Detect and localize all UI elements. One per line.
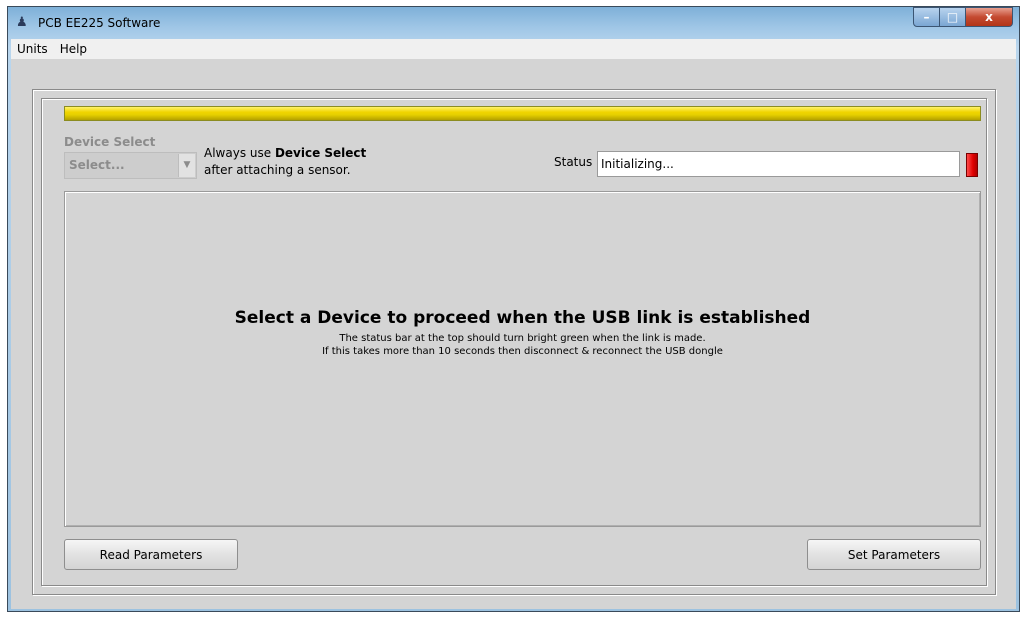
pcb-app-icon: ♟	[16, 15, 28, 30]
status-field: Initializing...	[597, 151, 960, 177]
maximize-icon: □	[946, 10, 959, 24]
device-content-area: Select a Device to proceed when the USB …	[64, 191, 981, 527]
instruction-line2: If this takes more than 10 seconds then …	[322, 346, 723, 357]
device-select-value: Select...	[69, 158, 125, 172]
main-panel: Device Select Select... ▼ Always use Dev…	[11, 59, 1016, 609]
device-select-dropdown[interactable]: Select... ▼	[64, 152, 197, 179]
device-select-hint-line1: Always use Device Select	[204, 146, 366, 160]
hint-bold: Device Select	[274, 146, 367, 160]
menu-units[interactable]: Units	[11, 39, 54, 59]
status-value: Initializing...	[601, 157, 674, 171]
status-label: Status	[554, 155, 593, 169]
device-select-hint-line2: after attaching a sensor.	[204, 163, 351, 177]
client-area: Units Help Device Select Select... ▼ Alw…	[11, 39, 1016, 609]
hint-prefix: Always use	[204, 146, 275, 160]
minimize-icon: –	[923, 10, 930, 24]
menu-help[interactable]: Help	[54, 39, 93, 59]
chevron-down-icon[interactable]: ▼	[178, 154, 195, 177]
minimize-button[interactable]: –	[913, 7, 940, 27]
device-select-label: Device Select	[64, 135, 156, 149]
maximize-button[interactable]: □	[940, 7, 966, 27]
window-title: PCB EE225 Software	[38, 16, 161, 30]
app-window: ♟ PCB EE225 Software – □ x Units Help De…	[7, 6, 1020, 612]
set-parameters-button[interactable]: Set Parameters	[807, 539, 981, 570]
title-bar[interactable]: ♟ PCB EE225 Software – □ x	[8, 7, 1019, 39]
close-icon: x	[985, 10, 993, 24]
menu-bar: Units Help	[11, 39, 1016, 59]
instruction-title: Select a Device to proceed when the USB …	[234, 308, 811, 328]
read-parameters-button[interactable]: Read Parameters	[64, 539, 238, 570]
link-status-bar	[64, 106, 981, 121]
window-controls: – □ x	[913, 7, 1013, 29]
instruction-line1: The status bar at the top should turn br…	[339, 333, 706, 344]
status-led-indicator	[966, 153, 978, 177]
close-button[interactable]: x	[966, 7, 1013, 27]
